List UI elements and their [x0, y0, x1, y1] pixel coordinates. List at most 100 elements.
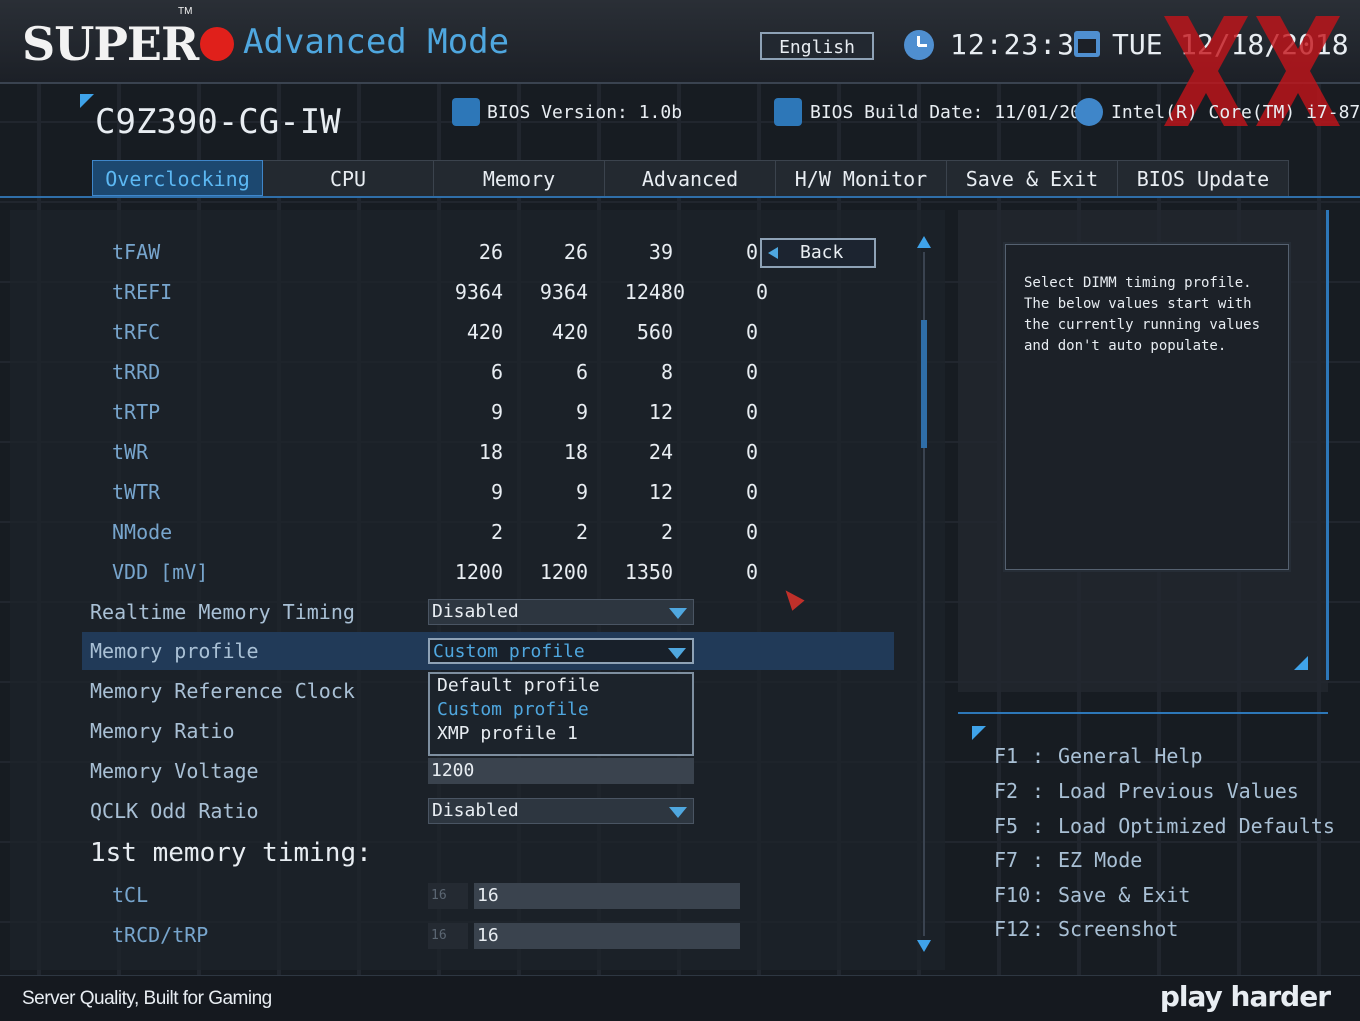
- timing-value-2: 1200: [539, 560, 588, 584]
- scroll-up-arrow-icon[interactable]: [917, 236, 931, 248]
- dropdown-option-default[interactable]: Default profile: [430, 674, 692, 698]
- timing-label: tFAW: [112, 240, 161, 264]
- timing-value-3: 1350: [624, 560, 673, 584]
- timing-row-trefi[interactable]: tREFI 9364 9364 12480 0: [0, 273, 900, 311]
- timing-row-trfc[interactable]: tRFC 420 420 560 0: [0, 313, 900, 351]
- tab-hw-monitor[interactable]: H/W Monitor: [776, 160, 947, 196]
- bios-build-date: BIOS Build Date: 11/01/2018: [810, 102, 1103, 123]
- timing-value-1: 9: [490, 480, 503, 504]
- scroll-thumb[interactable]: [921, 320, 927, 448]
- select-value: Disabled: [432, 800, 519, 821]
- timing-value-1: 2: [490, 520, 503, 544]
- timing-value-4: 0: [745, 360, 758, 384]
- option-label: Memory profile: [90, 639, 259, 663]
- timing-row-twtr[interactable]: tWTR 9 9 12 0: [0, 473, 900, 511]
- option-reference-clock[interactable]: Memory Reference Clock: [0, 672, 420, 710]
- timing-value-4: 0: [745, 240, 758, 264]
- memory-voltage-input[interactable]: 1200: [428, 758, 694, 784]
- option-qclk-odd-ratio[interactable]: QCLK Odd Ratio: [0, 792, 420, 830]
- system-day: TUE: [1112, 28, 1163, 61]
- qclk-odd-ratio-select[interactable]: Disabled: [428, 798, 694, 824]
- timing-row-trrd[interactable]: tRRD 6 6 8 0: [0, 353, 900, 391]
- timing-value-2: 26: [563, 240, 588, 264]
- timing-row-twr[interactable]: tWR 18 18 24 0: [0, 433, 900, 471]
- tab-cpu[interactable]: CPU: [263, 160, 434, 196]
- option-label: Realtime Memory Timing: [90, 600, 355, 624]
- timing-label: VDD [mV]: [112, 560, 209, 584]
- realtime-timing-select[interactable]: Disabled: [428, 599, 694, 625]
- timing-label: tRFC: [112, 320, 161, 344]
- footer: Server Quality, Built for Gaming play ha…: [0, 975, 1360, 1021]
- timing-value-3: 12: [648, 480, 673, 504]
- hotkey-key: F7: [994, 848, 1019, 872]
- timing-value-2: 9364: [539, 280, 588, 304]
- timing-value-1: 26: [478, 240, 503, 264]
- logo-trademark: TM: [178, 6, 193, 17]
- timing-value-1: 1200: [454, 560, 503, 584]
- scrollbar[interactable]: [917, 236, 933, 956]
- hotkey-key: F10: [994, 883, 1031, 907]
- board-model: C9Z390-CG-IW: [95, 102, 341, 142]
- corner-marker-icon: [80, 94, 94, 108]
- bios-version: BIOS Version: 1.0b: [487, 102, 683, 123]
- timing-value-3: 12480: [624, 280, 685, 304]
- help-text: Select DIMM timing profile. The below va…: [1024, 275, 1261, 354]
- chevron-down-icon: [669, 807, 687, 818]
- timing-row-trtp[interactable]: tRTP 9 9 12 0: [0, 393, 900, 431]
- timing-value-4: 0: [755, 280, 768, 304]
- option-memory-voltage[interactable]: Memory Voltage: [0, 752, 420, 790]
- timing-value-4: 0: [745, 440, 758, 464]
- timing-value-3: 12: [648, 400, 673, 424]
- timing-value-2: 2: [575, 520, 588, 544]
- timing-value-2: 420: [551, 320, 588, 344]
- dropdown-option-custom[interactable]: Custom profile: [430, 698, 692, 722]
- select-value: Custom profile: [433, 641, 585, 662]
- timing-value-1: 18: [478, 440, 503, 464]
- calendar-icon: [1074, 31, 1100, 57]
- timing-row-tcl[interactable]: tCL: [0, 876, 420, 914]
- section-title: 1st memory timing:: [90, 838, 372, 868]
- system-time[interactable]: 12:23:30: [950, 28, 1093, 61]
- timing-label: tCL: [112, 883, 149, 907]
- main-tabs: Overclocking CPU Memory Advanced H/W Mon…: [92, 160, 1289, 196]
- dropdown-option-xmp[interactable]: XMP profile 1: [430, 722, 692, 746]
- scroll-down-arrow-icon[interactable]: [917, 940, 931, 952]
- tab-overclocking[interactable]: Overclocking: [92, 160, 263, 196]
- tab-save-exit[interactable]: Save & Exit: [947, 160, 1118, 196]
- supermicro-logo: SUPER: [22, 14, 235, 74]
- option-label: QCLK Odd Ratio: [90, 799, 259, 823]
- back-button[interactable]: Back: [760, 238, 876, 268]
- tab-bios-update[interactable]: BIOS Update: [1118, 160, 1289, 196]
- option-label: Memory Reference Clock: [90, 679, 355, 703]
- hotkey-f12: F12: Screenshot: [994, 917, 1179, 941]
- timing-label: tRCD/tRP: [112, 923, 209, 947]
- timing-row-vdd[interactable]: VDD [mV] 1200 1200 1350 0: [0, 553, 900, 591]
- tcl-input[interactable]: 16: [474, 883, 740, 909]
- timing-value-4: 0: [745, 480, 758, 504]
- timing-row-nmode[interactable]: NMode 2 2 2 0: [0, 513, 900, 551]
- mode-title: Advanced Mode: [243, 22, 510, 62]
- option-label: Memory Ratio: [90, 719, 235, 743]
- language-select[interactable]: English: [760, 32, 874, 60]
- help-box: Select DIMM timing profile. The below va…: [1005, 244, 1289, 570]
- tab-underline: [0, 196, 1360, 198]
- option-memory-ratio[interactable]: Memory Ratio: [0, 712, 420, 750]
- hotkey-desc: Save & Exit: [1058, 883, 1191, 907]
- timing-value-3: 560: [636, 320, 673, 344]
- memory-profile-select[interactable]: Custom profile: [428, 638, 694, 664]
- timing-label: tREFI: [112, 280, 173, 304]
- memory-profile-dropdown: Default profile Custom profile XMP profi…: [428, 672, 694, 756]
- hotkey-f1: F1: General Help: [994, 744, 1203, 768]
- timing-value-2: 6: [575, 360, 588, 384]
- timing-value-1: 420: [466, 320, 503, 344]
- tcl-current-value: 16: [428, 883, 468, 909]
- build-date-icon: [774, 98, 802, 126]
- timing-label: tRRD: [112, 360, 161, 384]
- panel-border: [958, 712, 1328, 714]
- tab-advanced[interactable]: Advanced: [605, 160, 776, 196]
- footer-tagline: Server Quality, Built for Gaming: [22, 988, 272, 1009]
- timing-row-trcd-trp[interactable]: tRCD/tRP: [0, 916, 420, 954]
- corner-marker-icon: [972, 726, 986, 740]
- tab-memory[interactable]: Memory: [434, 160, 605, 196]
- trcd-input[interactable]: 16: [474, 923, 740, 949]
